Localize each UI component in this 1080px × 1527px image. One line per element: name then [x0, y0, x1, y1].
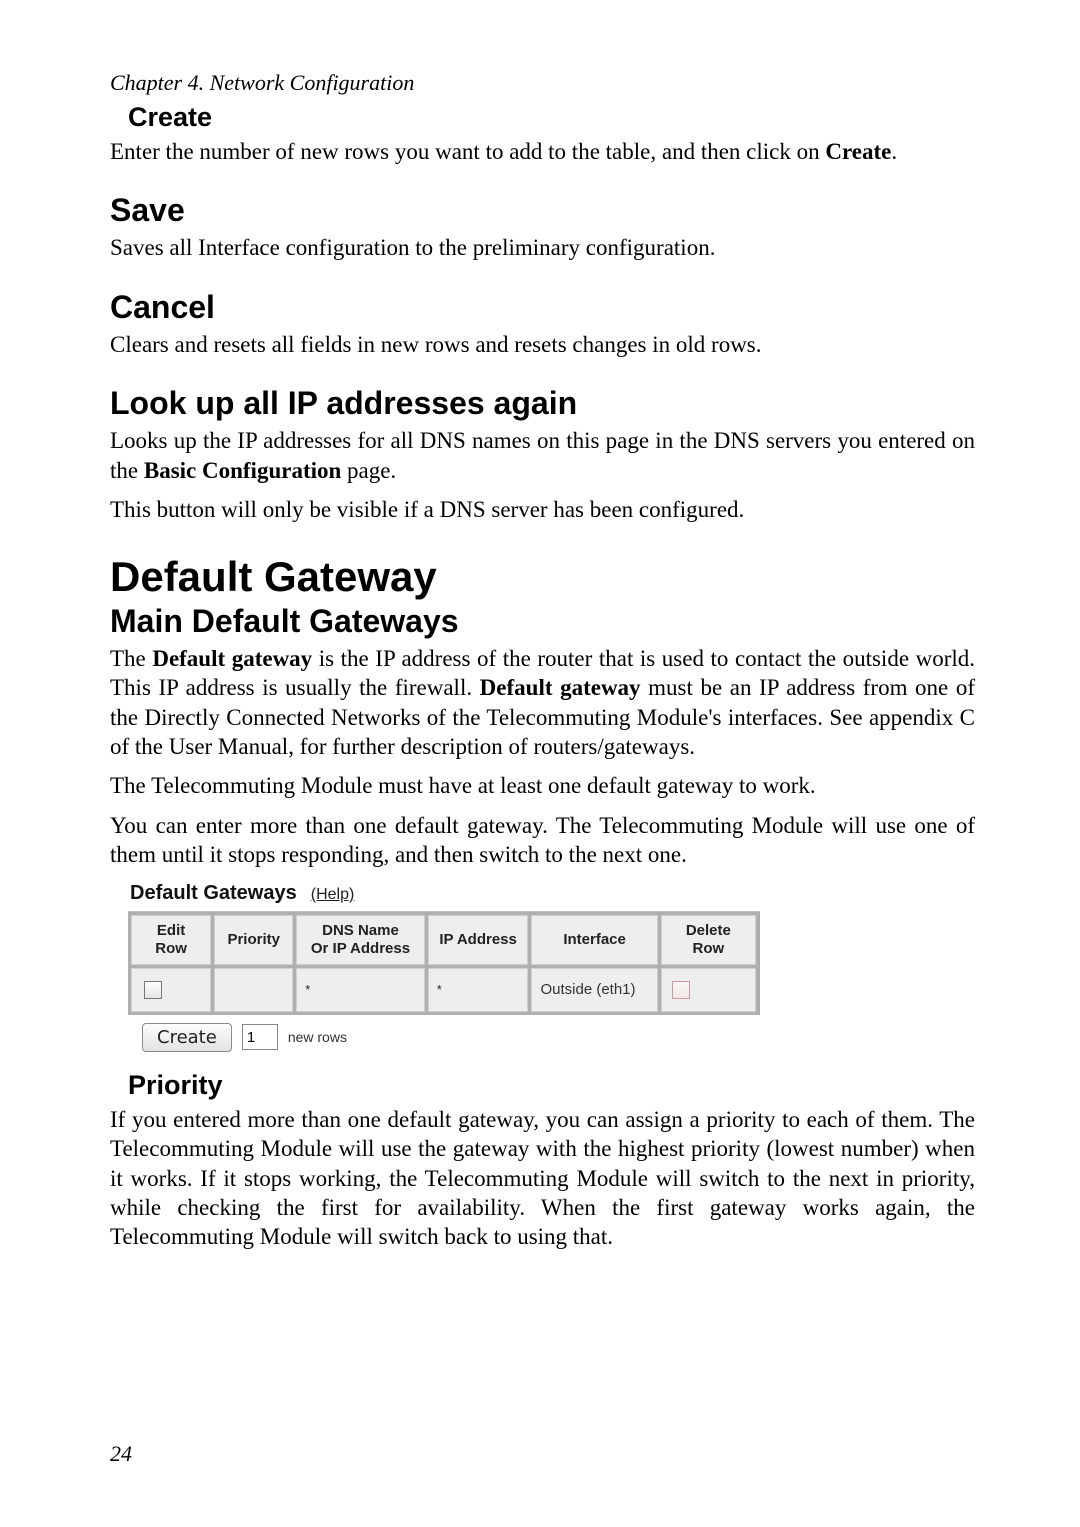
dg-p3: You can enter more than one default gate… [110, 811, 975, 870]
widget-title: Default Gateways [130, 882, 297, 905]
lookup-p1-bold: Basic Configuration [144, 458, 341, 483]
dg-p1-a: The [110, 646, 152, 671]
default-gateway-title: Default Gateway [110, 553, 975, 601]
col-dns-line1: DNS Name [322, 922, 399, 939]
table-header-row: Edit Row Priority DNS Name Or IP Address… [131, 915, 756, 965]
interface-cell: Outside (eth1) [531, 968, 657, 1012]
col-ip-address: IP Address [428, 915, 529, 965]
new-rows-input[interactable] [242, 1024, 278, 1050]
section-lookup-title: Look up all IP addresses again [110, 385, 975, 422]
priority-cell [214, 968, 293, 1012]
main-default-gateways-title: Main Default Gateways [110, 603, 975, 640]
create-bold: Create [825, 139, 891, 164]
col-dns-line2: Or IP Address [311, 940, 410, 957]
col-delete-row: Delete Row [661, 915, 756, 965]
create-text-a: Enter the number of new rows you want to… [110, 139, 825, 164]
dns-name-cell: * [296, 968, 425, 1012]
dg-p1-bold1: Default gateway [152, 646, 312, 671]
col-dns-name: DNS Name Or IP Address [296, 915, 425, 965]
delete-row-checkbox[interactable] [672, 981, 690, 999]
default-gateways-widget: Default Gateways (Help) Edit Row Priorit… [128, 880, 760, 1052]
section-cancel-title: Cancel [110, 289, 975, 326]
col-priority: Priority [214, 915, 293, 965]
table-row: * * Outside (eth1) [131, 968, 756, 1012]
create-text-b: . [891, 139, 897, 164]
section-create-text: Enter the number of new rows you want to… [110, 137, 975, 166]
edit-row-checkbox[interactable] [144, 981, 162, 999]
page-number: 24 [110, 1441, 132, 1467]
ip-address-cell: * [428, 968, 529, 1012]
create-row-controls: Create new rows [128, 1015, 760, 1052]
dg-p2: The Telecommuting Module must have at le… [110, 771, 975, 800]
create-button[interactable]: Create [142, 1023, 232, 1052]
help-link[interactable]: (Help) [311, 886, 355, 904]
new-rows-label: new rows [288, 1029, 347, 1045]
chapter-header: Chapter 4. Network Configuration [110, 70, 975, 96]
dg-p1-bold2: Default gateway [480, 675, 641, 700]
lookup-p1-b: page. [341, 458, 396, 483]
section-cancel-text: Clears and resets all fields in new rows… [110, 330, 975, 359]
section-create-title: Create [128, 102, 975, 133]
priority-text: If you entered more than one default gat… [110, 1105, 975, 1252]
gateways-table: Edit Row Priority DNS Name Or IP Address… [128, 912, 759, 1015]
section-save-title: Save [110, 192, 975, 229]
section-lookup-p2: This button will only be visible if a DN… [110, 495, 975, 524]
dg-p1: The Default gateway is the IP address of… [110, 644, 975, 762]
section-lookup-p1: Looks up the IP addresses for all DNS na… [110, 426, 975, 485]
priority-title: Priority [128, 1070, 975, 1101]
col-interface: Interface [531, 915, 657, 965]
section-save-text: Saves all Interface configuration to the… [110, 233, 975, 262]
col-edit-row: Edit Row [131, 915, 211, 965]
